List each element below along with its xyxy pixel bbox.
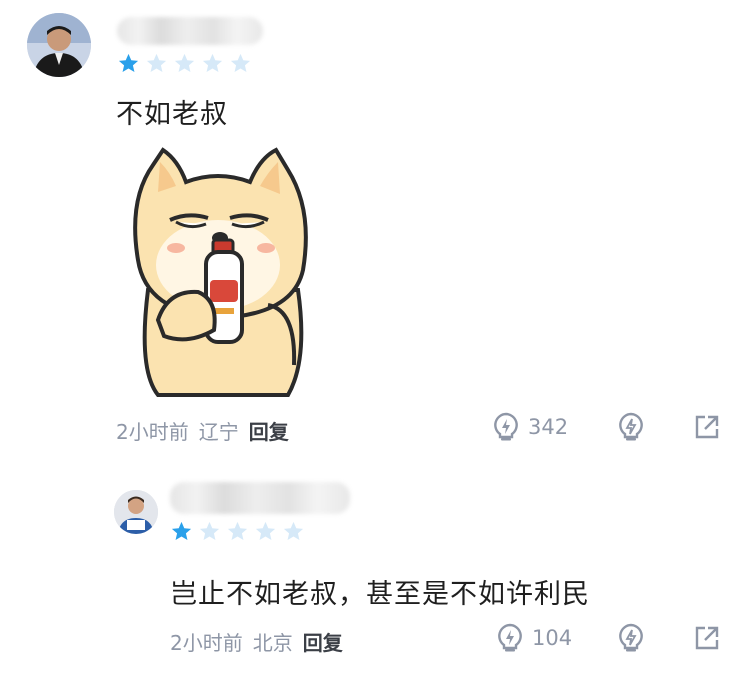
username-blurred[interactable]: [117, 17, 263, 45]
star-empty-icon: [230, 53, 251, 73]
like-button[interactable]: 342: [492, 412, 568, 442]
star-empty-icon: [174, 53, 195, 73]
dislike-button[interactable]: [617, 623, 645, 653]
lightbulb-dislike-icon: [619, 623, 643, 652]
lightbulb-like-icon: [496, 623, 524, 653]
share-button[interactable]: [694, 625, 720, 651]
comment-1: 不如老叔 2小时前 辽宁 回复 342: [0, 0, 752, 465]
reply-button[interactable]: 回复: [303, 627, 343, 656]
lightbulb-like-icon: [492, 412, 520, 442]
star-rating: [117, 52, 252, 75]
comment-meta: 2小时前 辽宁 回复: [116, 416, 289, 445]
avatar[interactable]: [27, 13, 91, 77]
star-empty-icon: [283, 521, 304, 541]
comment-text: 不如老叔: [116, 99, 228, 130]
star-rating: [170, 520, 305, 543]
timestamp: 2小时前: [116, 420, 189, 444]
share-external-icon: [695, 626, 719, 650]
timestamp: 2小时前: [170, 631, 243, 655]
dislike-button[interactable]: [617, 412, 645, 442]
like-button[interactable]: 104: [496, 623, 572, 653]
star-filled-icon: [118, 53, 139, 73]
lightbulb-dislike-icon: [619, 412, 643, 441]
comment-2: 岂止不如老叔，甚至是不如许利民 2小时前 北京 回复 104: [0, 470, 752, 677]
comment-meta: 2小时前 北京 回复: [170, 627, 343, 656]
share-button[interactable]: [694, 414, 720, 440]
share-external-icon: [695, 415, 719, 439]
username-blurred[interactable]: [170, 482, 350, 514]
star-empty-icon: [146, 53, 167, 73]
avatar[interactable]: [114, 490, 158, 534]
sticker-dog-drinking-image[interactable]: [118, 140, 318, 400]
like-count: 104: [532, 626, 573, 650]
like-count: 342: [528, 415, 569, 439]
star-empty-icon: [227, 521, 248, 541]
star-empty-icon: [202, 53, 223, 73]
star-filled-icon: [171, 521, 192, 541]
reply-button[interactable]: 回复: [249, 416, 289, 445]
comment-text: 岂止不如老叔，甚至是不如许利民: [170, 579, 590, 610]
star-empty-icon: [199, 521, 220, 541]
star-empty-icon: [255, 521, 276, 541]
location: 辽宁: [198, 420, 239, 444]
location: 北京: [252, 631, 293, 655]
